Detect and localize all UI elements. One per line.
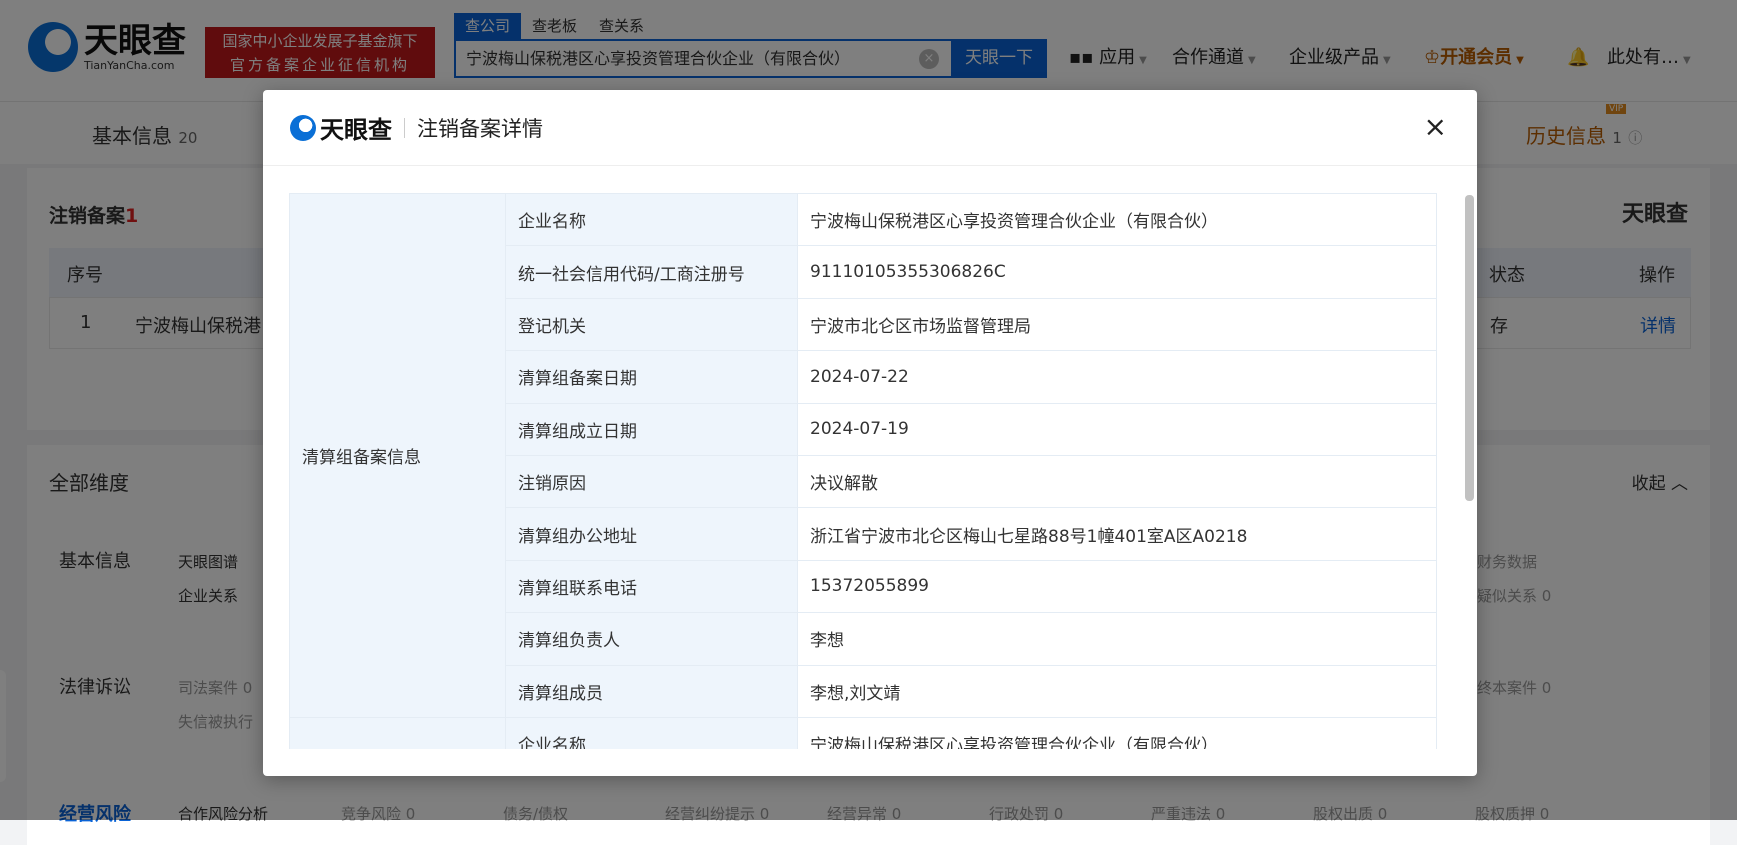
field-label: 企业名称: [505, 193, 798, 247]
group-label: 清算组备案信息: [289, 193, 506, 718]
field-label: 清算组成立日期: [505, 402, 798, 456]
field-label: 登记机关: [505, 297, 798, 352]
detail-row: 清算组备案信息 企业名称 宁波梅山保税港区心享投资管理合伙企业（有限合伙）: [289, 193, 1437, 718]
field-value: 李想: [797, 612, 1437, 666]
modal-header: 天眼查 注销备案详情 ×: [263, 90, 1477, 166]
field-value: 宁波市北仑区市场监督管理局: [797, 297, 1437, 352]
field-value: 2024-07-22: [797, 350, 1437, 404]
detail-row: 企业名称 宁波梅山保税港区心享投资管理合伙企业（有限合伙）: [289, 716, 1437, 749]
field-label: 注销原因: [505, 454, 798, 509]
modal-title: 注销备案详情: [417, 116, 543, 141]
field-value: 宁波梅山保税港区心享投资管理合伙企业（有限合伙）: [797, 716, 1437, 749]
field-value: 15372055899: [797, 559, 1437, 614]
logo-eye-icon: [290, 114, 316, 141]
field-label: 企业名称: [505, 716, 798, 749]
field-value: 浙江省宁波市北仑区梅山七星路88号1幢401室A区A0218: [797, 507, 1437, 561]
modal-logo: 天眼查: [290, 110, 392, 145]
modal-body[interactable]: 清算组备案信息 企业名称 宁波梅山保税港区心享投资管理合伙企业（有限合伙） 统一社会信…: [289, 193, 1437, 749]
field-value: 宁波梅山保税港区心享投资管理合伙企业（有限合伙）: [797, 193, 1437, 247]
group-label: [289, 716, 506, 749]
modal-logo-text: 天眼查: [320, 116, 392, 144]
field-value: 李想,刘文靖: [797, 664, 1437, 718]
close-icon[interactable]: ×: [1424, 110, 1447, 143]
field-value: 2024-07-19: [797, 402, 1437, 456]
scrollbar-thumb[interactable]: [1465, 195, 1474, 501]
detail-table: 清算组备案信息 企业名称 宁波梅山保税港区心享投资管理合伙企业（有限合伙） 统一社会信…: [289, 193, 1437, 749]
field-label: 清算组负责人: [505, 612, 798, 666]
field-label: 统一社会信用代码/工商注册号: [505, 245, 798, 299]
divider: [404, 117, 405, 138]
field-label: 清算组成员: [505, 664, 798, 718]
field-value: 决议解散: [797, 454, 1437, 509]
field-label: 清算组办公地址: [505, 507, 798, 561]
field-value: 91110105355306826C: [797, 245, 1437, 299]
deregistration-detail-modal: 天眼查 注销备案详情 × 清算组备案信息 企业名称 宁波梅山保税港区心享投资管理合伙…: [263, 90, 1477, 776]
field-label: 清算组联系电话: [505, 559, 798, 614]
scrollbar[interactable]: [1465, 193, 1474, 749]
field-label: 清算组备案日期: [505, 350, 798, 404]
